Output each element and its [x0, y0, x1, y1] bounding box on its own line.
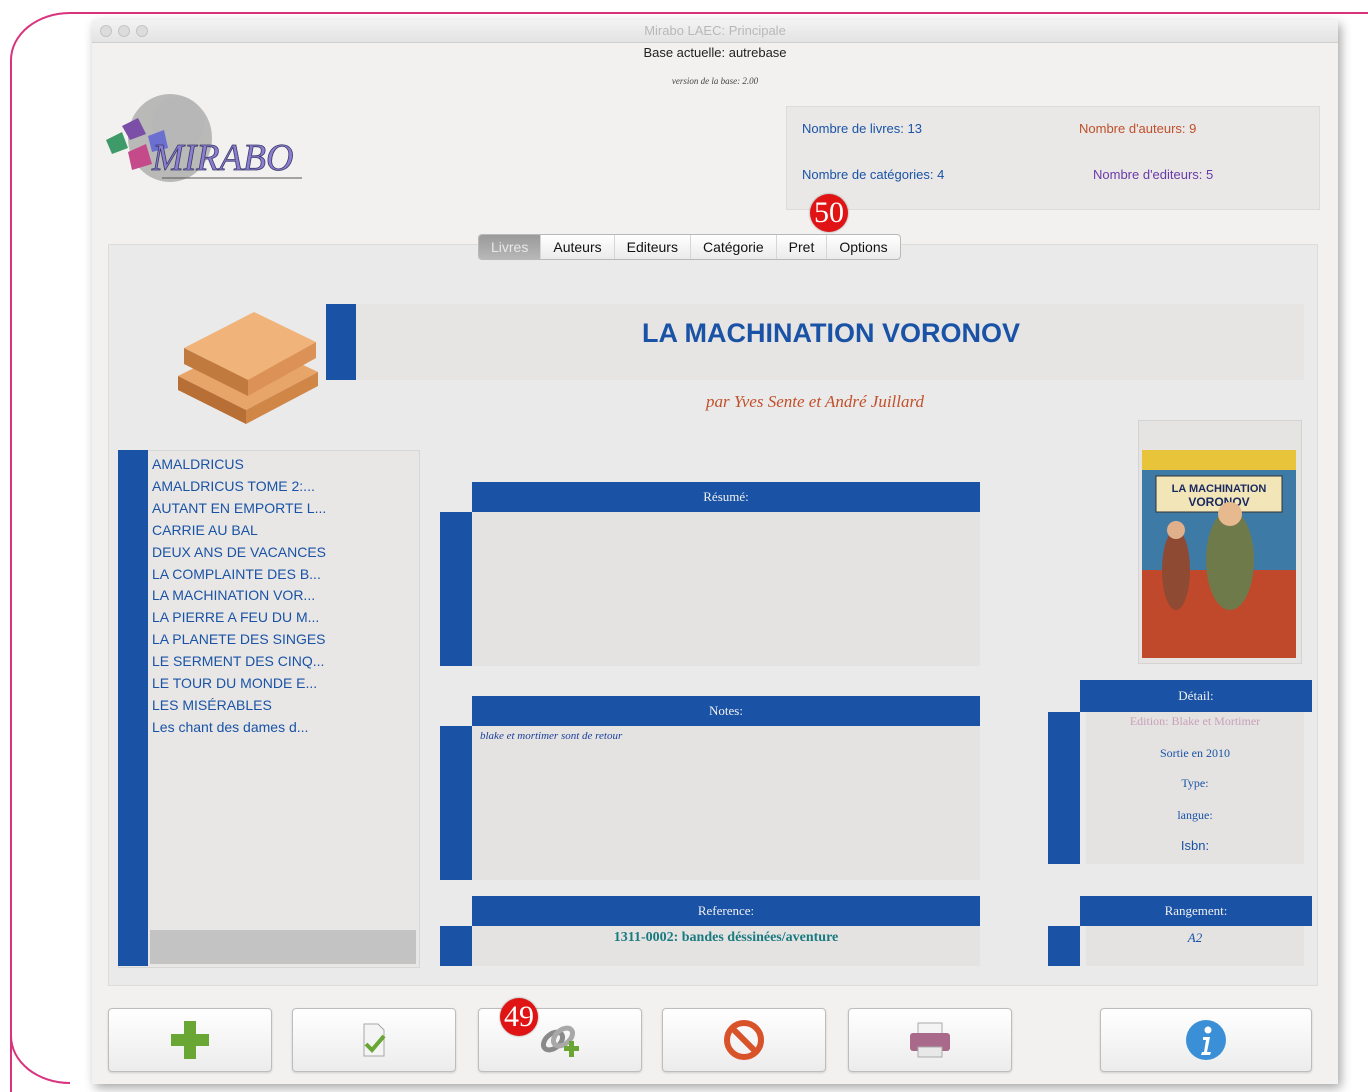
rangement-value: A2 [1187, 930, 1203, 945]
stats-panel: Nombre de livres: 13 Nombre d'auteurs: 9… [786, 106, 1320, 210]
detail-edition: Edition: Blake et Mortimer [1129, 714, 1261, 728]
list-item[interactable]: LA PLANETE DES SINGES [152, 629, 412, 651]
detail-sortie: Sortie en 2010 [1160, 746, 1230, 760]
step-badge-tabs: 50 [810, 194, 848, 232]
notes-label: Notes: [709, 703, 743, 718]
tab-editeurs[interactable]: Editeurs [615, 235, 691, 259]
title-bar: Mirabo LAEC: Principale [92, 20, 1338, 43]
publisher-count: Nombre d'editeurs: 5 [1093, 167, 1214, 182]
list-item[interactable]: LE SERMENT DES CINQ... [152, 651, 412, 673]
reference-text: 1311-0002: bandes déssinées/aventure [613, 930, 839, 945]
step-badge-toolbar: 49 [500, 998, 538, 1036]
title-accent-bar [326, 304, 356, 380]
info-icon [1186, 1020, 1226, 1060]
book-list: AMALDRICUS AMALDRICUS TOME 2:... AUTANT … [152, 454, 412, 739]
print-icon [910, 1022, 950, 1058]
link-add-icon [540, 1025, 579, 1057]
svg-text:MIRABO: MIRABO [151, 137, 293, 179]
cover-title-line2: VORONOV [1188, 495, 1249, 509]
tab-bar: Livres Auteurs Editeurs Catégorie Pret O… [478, 234, 901, 260]
list-accent-bar [118, 450, 148, 966]
print-button[interactable] [848, 1008, 1012, 1072]
tab-livres[interactable]: Livres [479, 235, 542, 259]
app-window: Mirabo LAEC: Principale Base actuelle: a… [92, 20, 1338, 1084]
window-title: Mirabo LAEC: Principale [644, 23, 786, 38]
detail-type: Type: [1181, 776, 1209, 790]
rangement-accent-bar [1048, 926, 1080, 966]
notes-accent-bar [440, 726, 472, 880]
resume-accent-bar [440, 512, 472, 666]
mirabo-logo: MIRABO [106, 94, 302, 182]
tab-pret[interactable]: Pret [777, 235, 828, 259]
list-item[interactable]: AUTANT EN EMPORTE L... [152, 498, 412, 520]
resume-label: Résumé: [703, 489, 749, 504]
book-title: LA MACHINATION VORONOV [642, 318, 1020, 348]
book-count: Nombre de livres: 13 [802, 121, 922, 136]
detail-langue: langue: [1177, 808, 1213, 822]
rangement-label: Rangement: [1164, 903, 1228, 918]
author-count: Nombre d'auteurs: 9 [1079, 121, 1197, 136]
validate-button[interactable] [292, 1008, 456, 1072]
list-item[interactable]: Les chant des dames d... [152, 717, 412, 739]
detail-isbn: Isbn: [1180, 838, 1210, 853]
books-icon [178, 312, 318, 424]
validate-icon [363, 1023, 386, 1057]
detail-label: Détail: [1178, 688, 1214, 703]
tab-options[interactable]: Options [827, 235, 899, 259]
add-icon [171, 1021, 209, 1059]
list-item[interactable]: CARRIE AU BAL [152, 520, 412, 542]
list-item[interactable]: LA PIERRE A FEU DU M... [152, 607, 412, 629]
list-item[interactable]: AMALDRICUS [152, 454, 412, 476]
cover-title-line1: LA MACHINATION [1172, 483, 1267, 495]
delete-button[interactable] [662, 1008, 826, 1072]
current-base-label: Base actuelle: autrebase [643, 45, 787, 60]
list-item[interactable]: LA COMPLAINTE DES B... [152, 564, 412, 586]
add-button[interactable] [108, 1008, 272, 1072]
tab-auteurs[interactable]: Auteurs [541, 235, 615, 259]
detail-accent-bar [1048, 712, 1080, 864]
list-item[interactable]: DEUX ANS DE VACANCES [152, 542, 412, 564]
reference-label: Reference: [697, 903, 755, 918]
delete-icon [724, 1020, 764, 1060]
list-item[interactable]: LES MISÉRABLES [152, 695, 412, 717]
info-button[interactable] [1100, 1008, 1312, 1072]
list-footer [150, 930, 416, 964]
list-item[interactable]: AMALDRICUS TOME 2:... [152, 476, 412, 498]
reference-accent-bar [440, 926, 472, 966]
book-cover-image: LA MACHINATION VORONOV [1142, 450, 1296, 658]
frame-bracket-bottom [10, 1036, 70, 1084]
category-count: Nombre de catégories: 4 [802, 167, 945, 182]
notes-text: blake et mortimer sont de retour [480, 730, 623, 742]
book-author: par Yves Sente et André Juillard [706, 392, 924, 411]
list-item[interactable]: LE TOUR DU MONDE E... [152, 673, 412, 695]
list-item[interactable]: LA MACHINATION VOR... [152, 585, 412, 607]
tab-categorie[interactable]: Catégorie [691, 235, 777, 259]
